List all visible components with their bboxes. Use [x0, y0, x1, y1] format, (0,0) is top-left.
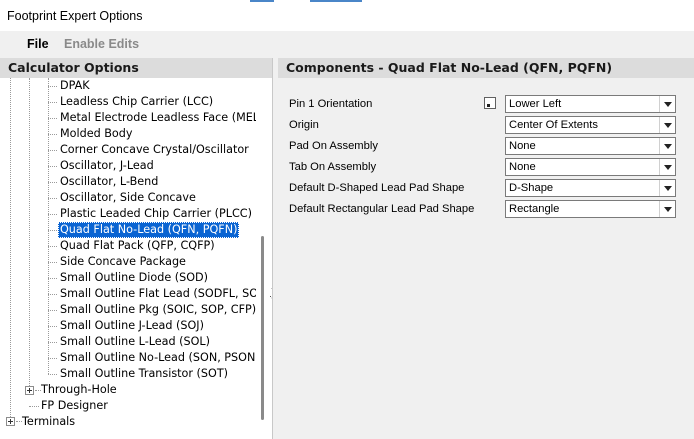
components-header: Components - Quad Flat No-Lead (QFN, PQF…: [278, 58, 694, 78]
tree-item[interactable]: Quad Flat Pack (QFP, CQFP): [58, 238, 217, 254]
property-label: Default Rectangular Lead Pad Shape: [289, 203, 475, 215]
tree-connector: [48, 374, 57, 375]
calculator-options-tree: DPAK Leadless Chip Carrier (LCC) Metal Ele…: [0, 78, 272, 439]
tree-item[interactable]: Leadless Chip Carrier (LCC): [58, 94, 215, 110]
dropdown-value: Center Of Extents: [509, 119, 598, 131]
tree-connector: [48, 214, 57, 215]
tree-item[interactable]: Small Outline Diode (SOD): [58, 270, 210, 286]
tree-connector: [48, 310, 57, 311]
property-label: Default D-Shaped Lead Pad Shape: [289, 182, 465, 194]
tree-item-fp-designer[interactable]: FP Designer: [39, 398, 110, 414]
tree-item[interactable]: Oscillator, J-Lead: [58, 158, 156, 174]
property-dropdown[interactable]: Rectangle: [505, 200, 676, 218]
tree-item[interactable]: Quad Flat No-Lead (QFN, PQFN): [58, 222, 240, 238]
chevron-down-icon[interactable]: [659, 180, 675, 196]
tab-indicator: [250, 0, 274, 2]
chevron-down-icon[interactable]: [659, 138, 675, 154]
tab-indicator: [310, 0, 362, 2]
chevron-down-icon[interactable]: [659, 117, 675, 133]
tree-connector: [48, 198, 57, 199]
tree-connector: [48, 262, 57, 263]
tree-connector: [48, 78, 49, 374]
tree-connector: [29, 406, 39, 407]
property-dropdown[interactable]: Lower Left: [505, 95, 676, 113]
tree-item[interactable]: DPAK: [58, 78, 92, 94]
tree-item[interactable]: Molded Body: [58, 126, 135, 142]
menu-file[interactable]: File: [27, 37, 49, 51]
tree-item[interactable]: Corner Concave Crystal/Oscillator: [58, 142, 251, 158]
tree-connector: [48, 294, 57, 295]
tree-connector: [48, 86, 57, 87]
tree-item[interactable]: Small Outline L-Lead (SOL): [58, 334, 212, 350]
dropdown-value: None: [509, 140, 536, 152]
dropdown-value: None: [509, 161, 536, 173]
tree-connector: [48, 326, 57, 327]
menu-bar: File Enable Edits: [0, 31, 694, 57]
tree-item[interactable]: Oscillator, L-Bend: [58, 174, 160, 190]
dropdown-value: Rectangle: [509, 203, 560, 215]
property-dropdown[interactable]: Center Of Extents: [505, 116, 676, 134]
pin-orientation-icon: [484, 97, 496, 109]
property-dropdown[interactable]: None: [505, 158, 676, 176]
window-title: Footprint Expert Options: [7, 9, 143, 23]
tree-item[interactable]: Small Outline No-Lead (SON, PSON): [58, 350, 262, 366]
tree-item[interactable]: Small Outline Flat Lead (SODFL, SOFL): [58, 286, 272, 302]
tree-connector: [48, 134, 57, 135]
scrollbar-thumb[interactable]: [261, 236, 264, 420]
tree-item[interactable]: Small Outline Pkg (SOIC, SOP, CFP): [58, 302, 258, 318]
tree-connector: [48, 246, 57, 247]
tree-item[interactable]: Oscillator, Side Concave: [58, 190, 198, 206]
tree-item[interactable]: Small Outline Transistor (SOT): [58, 366, 230, 382]
tree-item[interactable]: Metal Electrode Leadless Face (MELF): [58, 110, 272, 126]
tree-connector: [10, 78, 11, 421]
tree-connector: [48, 166, 57, 167]
tree-item-terminals[interactable]: Terminals: [20, 414, 77, 430]
expand-icon[interactable]: [6, 417, 15, 426]
expand-icon[interactable]: [25, 386, 34, 395]
tree-connector: [48, 230, 57, 231]
property-label: Pin 1 Orientation: [289, 98, 373, 110]
chevron-down-icon[interactable]: [659, 201, 675, 217]
chevron-down-icon[interactable]: [659, 159, 675, 175]
tree-connector: [48, 358, 57, 359]
tree-connector: [48, 150, 57, 151]
tree-item[interactable]: Side Concave Package: [58, 254, 188, 270]
dropdown-value: Lower Left: [509, 98, 562, 110]
property-dropdown[interactable]: None: [505, 137, 676, 155]
properties-panel: Pin 1 Orientation Lower Left Origin Center …: [278, 78, 694, 439]
tree-scrollbar[interactable]: [256, 78, 270, 439]
tree-connector: [48, 278, 57, 279]
chevron-down-icon[interactable]: [659, 96, 675, 112]
tree-item[interactable]: Small Outline J-Lead (SOJ): [58, 318, 206, 334]
calculator-options-header: Calculator Options: [0, 58, 272, 78]
property-label: Pad On Assembly: [289, 140, 378, 152]
dropdown-value: D-Shape: [509, 182, 554, 194]
tree-connector: [48, 342, 57, 343]
tree-connector: [48, 182, 57, 183]
tree-connector: [29, 78, 30, 390]
property-label: Tab On Assembly: [289, 161, 377, 173]
title-bar: Footprint Expert Options: [0, 5, 694, 31]
tree-item-through-hole[interactable]: Through-Hole: [39, 382, 119, 398]
tree-connector: [48, 118, 57, 119]
property-dropdown[interactable]: D-Shape: [505, 179, 676, 197]
menu-enable-edits[interactable]: Enable Edits: [64, 37, 139, 51]
tree-item[interactable]: Plastic Leaded Chip Carrier (PLCC): [58, 206, 254, 222]
property-label: Origin: [289, 119, 319, 131]
tree-connector: [48, 102, 57, 103]
